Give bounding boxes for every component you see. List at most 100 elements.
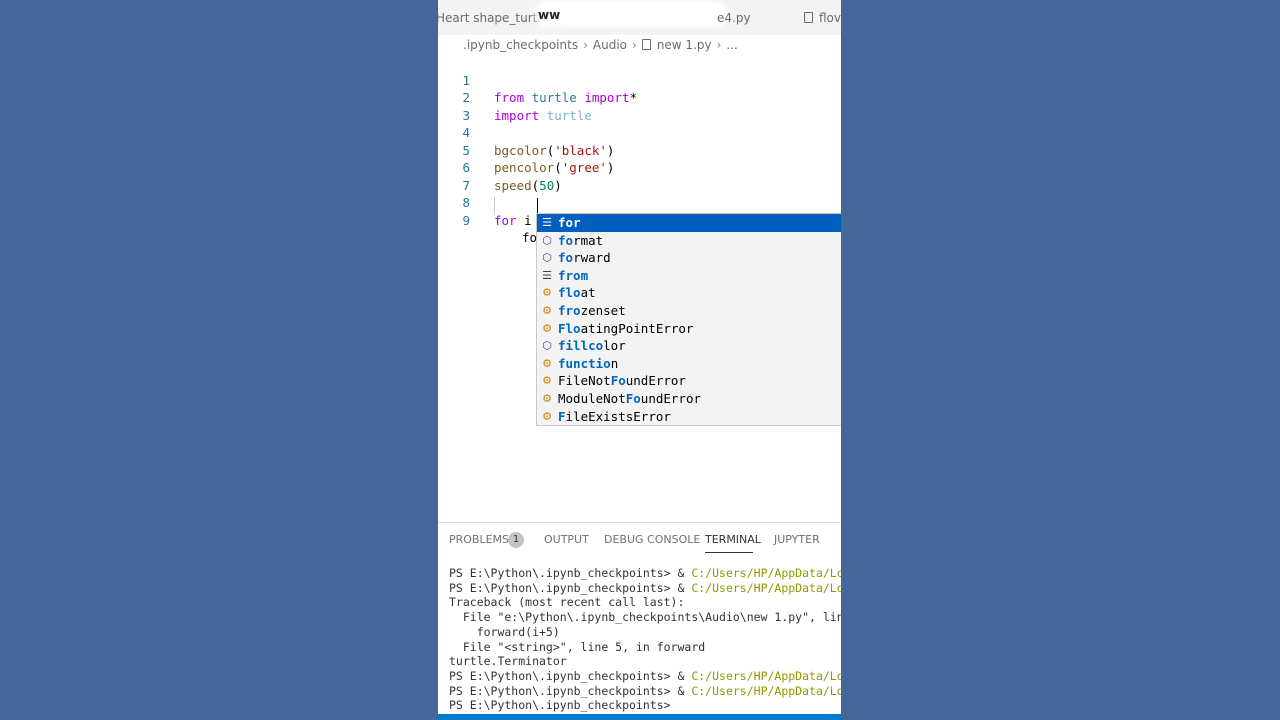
suggestion-item[interactable]: ☰ from [537, 267, 841, 285]
terminal-text: forward(i+5) [449, 624, 560, 639]
terminal-line: PS E:\Python\.ipynb_checkpoints> & C:/Us… [449, 566, 841, 581]
class-icon: ⚙ [542, 356, 552, 370]
match-highlight: fo [558, 250, 574, 266]
suggestion-label: format [558, 232, 603, 250]
tab-debug-console[interactable]: DEBUG CONSOLE [604, 523, 700, 557]
tab-flow[interactable]: flov [804, 0, 841, 35]
terminal-text: PS E:\Python\.ipynb_checkpoints> & [449, 683, 692, 698]
code-line: 1 from turtle import* [438, 54, 637, 106]
tab-label: e4.py [717, 11, 751, 25]
keyword-icon: ☰ [542, 268, 552, 282]
code-line: 6 speed(50) [438, 142, 561, 193]
tab-jupyter[interactable]: JUPYTER [774, 523, 820, 557]
breadcrumb-item[interactable]: new 1.py [657, 36, 712, 54]
terminal-line: PS E:\Python\.ipynb_checkpoints> [449, 698, 671, 713]
method-icon: ⬡ [542, 251, 552, 265]
breadcrumb: .ipynb_checkpoints › Audio › new 1.py ›... [463, 36, 738, 54]
breadcrumb-item[interactable]: ... [726, 36, 737, 54]
tab-label: flov [819, 11, 841, 25]
code-line: 9 fo [438, 194, 537, 246]
tab-problems[interactable]: PROBLEMS [449, 523, 509, 557]
paren: ) [554, 177, 562, 193]
label-text: rmat [573, 232, 604, 248]
keyword: from [494, 90, 525, 105]
breadcrumb-item[interactable]: .ipynb_checkpoints [463, 36, 578, 54]
terminal-line: forward(i+5) [449, 625, 560, 640]
code-line: 8 for i in range(100): [438, 177, 644, 228]
terminal-text: PS E:\Python\.ipynb_checkpoints> [449, 698, 671, 713]
code-line: 7 [438, 159, 483, 193]
suggestion-label: float [558, 284, 596, 302]
suggestion-label: ModuleNotFoundError [558, 390, 701, 408]
suggestion-item[interactable]: ⚙ ModuleNotFoundError [537, 390, 841, 408]
terminal-text: PS E:\Python\.ipynb_checkpoints> & [449, 668, 692, 683]
string-literal: 'gree' [561, 160, 607, 175]
breadcrumb-item[interactable]: Audio [593, 36, 627, 54]
suggestion-item[interactable]: ⚙ FloatingPointError [537, 320, 841, 338]
match-highlight: Fo [625, 391, 641, 406]
method-icon: ⬡ [542, 233, 552, 247]
label-text: rward [573, 250, 611, 266]
module-name: turtle [546, 107, 592, 123]
suggestion-item[interactable]: ⬡ fillcolor [537, 337, 841, 355]
line-text: pencolor('gree') [494, 159, 614, 177]
suggestion-item[interactable]: ⚙ frozenset [537, 302, 841, 320]
file-icon [641, 39, 651, 50]
typed-text: fo [522, 230, 538, 245]
label-text: at [580, 285, 596, 301]
method-icon: ⬡ [542, 339, 552, 353]
label-text: atingPointError [580, 320, 694, 336]
suggestion-label: function [558, 355, 618, 373]
string-literal: 'black' [554, 142, 607, 158]
suggestion-label: for [558, 214, 581, 232]
function-name: pencolor [494, 160, 555, 175]
suggestion-item[interactable]: ⚙ float [537, 284, 841, 302]
keyword: import [494, 107, 540, 123]
suggestion-item[interactable]: ⚙ function [537, 355, 841, 373]
terminal-line: PS E:\Python\.ipynb_checkpoints> & C:/Us… [449, 684, 841, 699]
suggestion-label: fillcolor [558, 337, 626, 355]
terminal-text: PS E:\Python\.ipynb_checkpoints> & [449, 566, 692, 580]
terminal-path: C:/Users/HP/AppData/Loca [691, 668, 841, 683]
line-text: speed(50) [494, 177, 562, 195]
match-highlight: fro [558, 303, 581, 318]
operator: * [629, 90, 638, 105]
match-highlight: Fo [610, 373, 626, 389]
suggestion-item[interactable]: ⚙ FileExistsError [537, 408, 841, 425]
terminal-text: PS E:\Python\.ipynb_checkpoints> & [449, 580, 692, 595]
suggestion-item[interactable]: ☰ for [537, 214, 841, 232]
terminal-path: C:/Users/HP/AppData/Loca [691, 566, 841, 580]
tab-bar: Heart shape_turtle.py ww e4.py flov [438, 0, 841, 35]
chevron-right-icon: › [632, 38, 637, 52]
suggestion-item[interactable]: ⬡ format [537, 232, 841, 250]
match-highlight: for [558, 215, 581, 230]
keyword-icon: ☰ [542, 216, 552, 229]
terminal-line: PS E:\Python\.ipynb_checkpoints> & C:/Us… [449, 581, 841, 596]
class-icon: ⚙ [542, 374, 552, 388]
editor-window: Heart shape_turtle.py ww e4.py flov .ipy… [438, 0, 841, 720]
suggestion-label: from [558, 267, 588, 285]
terminal-text: turtle.Terminator [449, 654, 567, 669]
terminal-line: Traceback (most recent call last): [449, 595, 684, 610]
match-highlight: functio [558, 355, 611, 371]
function-name: speed [494, 177, 532, 193]
number-literal: 50 [539, 177, 555, 193]
tab-e4[interactable]: e4.py [717, 0, 751, 35]
chevron-right-icon: › [716, 38, 722, 52]
terminal-line: PS E:\Python\.ipynb_checkpoints> & C:/Us… [449, 669, 841, 684]
line-text: bgcolor('black') [494, 142, 614, 160]
suggestion-item[interactable]: ⬡ forward [537, 249, 841, 267]
tab-output[interactable]: OUTPUT [544, 523, 589, 557]
suggestion-item[interactable]: ⚙ FileNotFoundError [537, 372, 841, 390]
terminal-text: File "<string>", line 5, in forward [449, 639, 706, 654]
code-editor[interactable]: 1 from turtle import* 2 import turtle 3 … [438, 54, 841, 246]
module-name: turtle [531, 90, 577, 105]
suggestion-label: FileExistsError [558, 408, 671, 425]
class-icon: ⚙ [542, 321, 552, 335]
label-text: n [610, 355, 619, 371]
file-icon [804, 12, 813, 23]
match-highlight: Flo [558, 320, 581, 336]
match-highlight: fo [558, 232, 574, 248]
line-text: import turtle [494, 107, 592, 125]
active-tab-indicator [705, 552, 753, 553]
